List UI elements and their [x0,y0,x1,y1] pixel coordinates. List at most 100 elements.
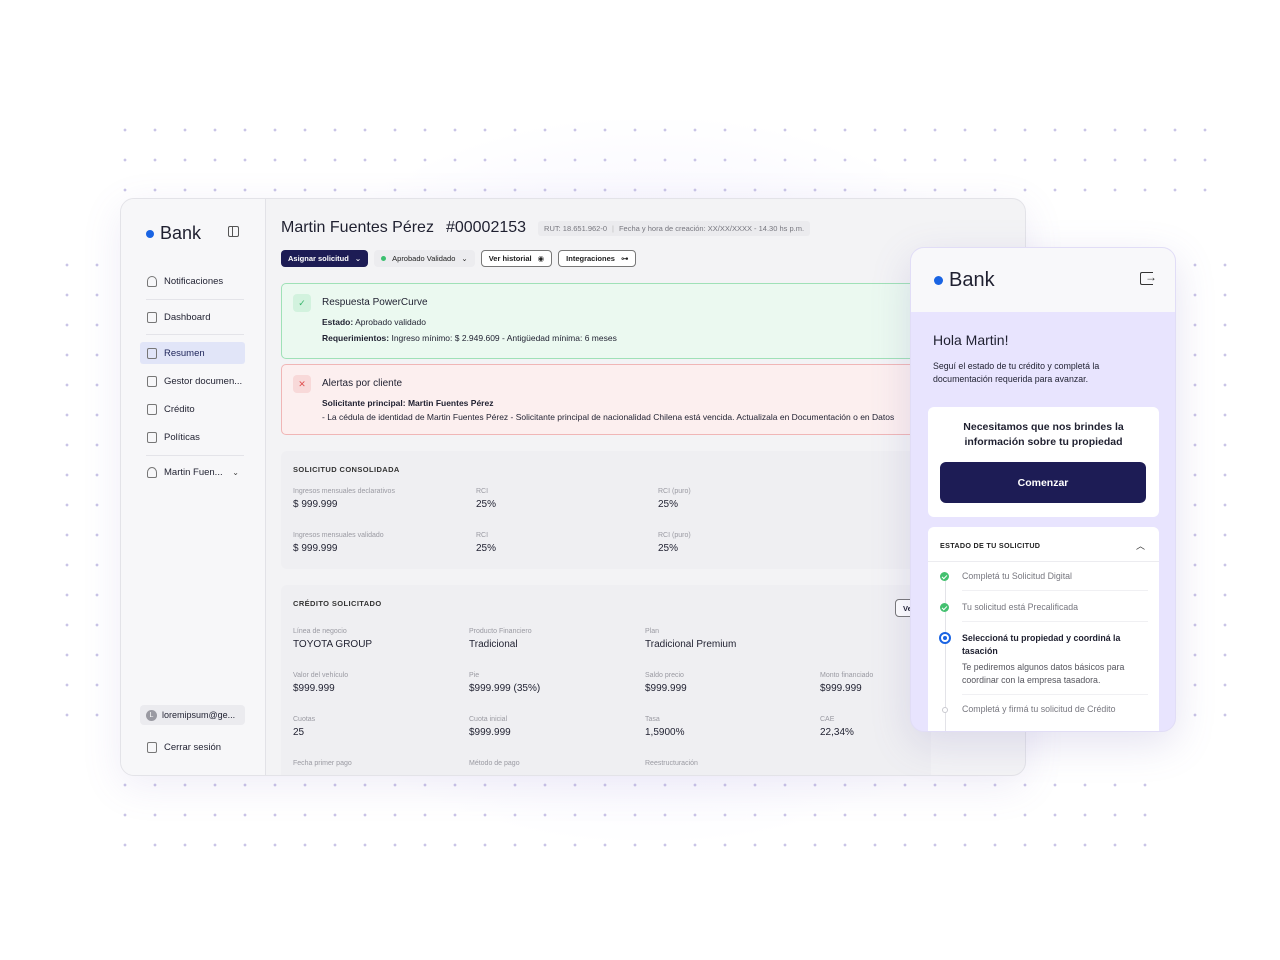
sidebar-item-credito[interactable]: Crédito [140,398,245,420]
field: Ingresos mensuales validado $ 999.999 [293,532,384,554]
start-button[interactable]: Comenzar [940,462,1146,503]
field-value: 25% [476,499,497,510]
sidebar-item-dashboard[interactable]: Dashboard [140,306,245,328]
field-label: Método de pago [469,760,520,767]
field: Línea de negocio TOYOTA GROUP [293,628,372,650]
field-label: Saldo precio [645,672,684,679]
field-value: TOYOTA GROUP [293,639,373,650]
requirements-value: Ingreso mínimo: $ 2.949.609 - Antigüedad… [391,333,617,343]
sidebar-item-resumen[interactable]: Resumen [140,342,245,364]
card-title: SOLICITUD CONSOLIDADA [293,465,400,474]
step-label: Completá y firmá tu solicitud de Crédito [962,704,1116,714]
meta-separator: | [612,223,614,233]
field-label: RCI (puro) [658,532,691,539]
sidebar-item-user[interactable]: Martin Fuen... ⌄ [140,461,245,483]
action-buttons: Asignar solicitud ⌄ Aprobado Validado ⌄ … [281,250,637,267]
field-value: Tradicional [469,639,518,650]
sidebar-item-label: Notificaciones [164,275,224,287]
field: Tasa 1,5900% [645,716,684,738]
field-label: Fecha primer pago [293,760,352,767]
step-label: Tu solicitud está Precalificada [962,602,1079,612]
field-value: 25% [658,543,679,554]
assign-request-button[interactable]: Asignar solicitud ⌄ [281,250,369,267]
status-step: Completá tu Solicitud Digital [940,571,1150,581]
rut-text: RUT: 18.651.962-0 [544,223,608,233]
arrow-right-icon: → [1145,270,1157,284]
sidebar-item-label: Políticas [164,431,200,443]
request-number: #00002153 [445,219,527,236]
field: Fecha primer pago [293,760,352,767]
requested-credit-card: CRÉDITO SOLICITADO Ve Línea de negocio TO… [281,585,935,775]
field-value: $999.999 [820,683,862,694]
bank-logo[interactable]: Bank [934,269,995,292]
desktop-window: Bank Notificaciones Dashboard Resumen Ge… [120,198,1026,776]
sidebar-item-gestor-documental[interactable]: Gestor documen... [140,370,245,392]
eye-icon: ◉ [537,254,545,263]
dot-pattern-right [1180,250,1240,720]
card-title: CRÉDITO SOLICITADO [293,599,382,608]
status-title: ESTADO DE TU SOLICITUD [940,541,1041,550]
field: CAE 22,34% [820,716,854,738]
sidebar-item-politicas[interactable]: Políticas [140,426,245,448]
dot-pattern-bottom [110,770,1160,860]
status-step-current: Seleccioná tu propiedad y coordiná la ta… [939,632,1150,687]
bank-logo[interactable]: Bank [146,223,201,244]
property-prompt-card: Necesitamos que nos brindes la informaci… [928,407,1159,517]
sidebar-item-notificaciones[interactable]: Notificaciones [140,270,245,292]
field-value: Tradicional Premium [645,639,737,650]
check-circle-icon [940,603,949,612]
page-header: Martin Fuentes Pérez #00002153 RUT: 18.6… [281,219,811,237]
chevron-down-icon: ⌄ [232,467,239,477]
field-label: Línea de negocio [293,628,347,635]
alert-title: Alertas por cliente [322,378,403,389]
logout-button[interactable]: Cerrar sesión [140,736,245,758]
mobile-panel: Bank → Hola Martin! Seguí el estado de t… [910,247,1176,732]
field: Método de pago [469,760,520,767]
field-label: Ingresos mensuales validado [293,532,384,539]
field-label: Reestructuración [645,760,698,767]
folder-icon [147,375,157,387]
field-value: 1,5900% [645,727,685,738]
field: Monto financiado $999.999 [820,672,873,694]
chevron-up-icon[interactable]: ︿ [1136,539,1145,552]
credit-icon [147,403,157,415]
page-title: Martin Fuentes Pérez [281,219,434,236]
field: Ingresos mensuales declarativos $ 999.999 [293,488,395,510]
sidebar-collapse-icon[interactable] [228,226,239,237]
check-circle-icon: ✓ [293,294,311,312]
logo-text: Bank [949,269,995,291]
user-email[interactable]: L loremipsum@ge... [140,705,245,725]
field-value: 25% [658,499,679,510]
field-label: RCI [476,532,489,539]
field: Pie $999.999 (35%) [469,672,540,694]
status-label: Estado: [322,317,354,327]
step-label: Completá tu Solicitud Digital [962,571,1073,581]
sidebar-item-label: Resumen [164,347,205,359]
greeting-subtitle: Seguí el estado de tu crédito y completá… [933,361,1100,384]
mobile-header: Bank → [911,248,1175,312]
integrations-button[interactable]: Integraciones ⊶ [558,250,637,267]
status-dropdown[interactable]: Aprobado Validado ⌄ [374,250,475,267]
view-history-button[interactable]: Ver historial ◉ [480,250,553,267]
bell-icon [147,275,157,287]
step-label: Seleccioná tu propiedad y coordiná la ta… [962,633,1121,656]
radio-current-icon [939,632,951,644]
client-alerts: ✕ Alertas por cliente Solicitante princi… [281,364,931,435]
field: Saldo precio $999.999 [645,672,687,694]
field-value: 22,34% [820,727,854,738]
field-label: Tasa [645,716,660,723]
sidebar-item-label: Martin Fuen... [164,466,223,478]
field-label: RCI [476,488,489,495]
field-label: Plan [645,628,660,635]
logo-dot [934,276,943,285]
powercurve-alert: ✓ Respuesta PowerCurve Estado: Aprobado … [281,283,931,359]
field: Valor del vehículo $999.999 [293,672,348,694]
sidebar-item-label: Crédito [164,403,195,415]
button-label: Asignar solicitud [288,254,349,263]
sidebar-item-label: Gestor documen... [164,375,243,387]
field-label: Monto financiado [820,672,874,679]
field: Cuota inicial $999.999 [469,716,511,738]
dot-pattern-left [52,250,122,720]
field: Plan Tradicional Premium [645,628,736,650]
field-label: RCI (puro) [658,488,691,495]
